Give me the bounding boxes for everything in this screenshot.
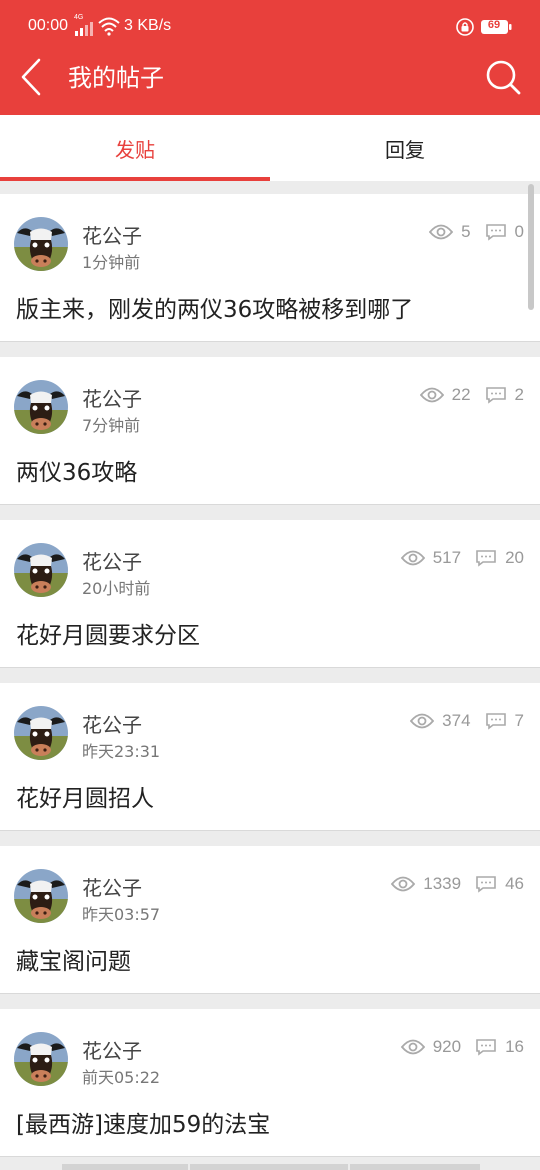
view-count-value: 1339 — [423, 874, 462, 893]
view-count-value: 517 — [432, 548, 462, 567]
reply-count-value: 16 — [505, 1037, 524, 1056]
search-button[interactable] — [484, 58, 522, 96]
post-title: 版主来，刚发的两仪36攻略被移到哪了 — [16, 297, 414, 323]
network-type-label: 4G — [74, 14, 84, 21]
post-author: 花公子 — [82, 876, 142, 900]
post-card[interactable]: 花公子 昨天03:57 1339 46 藏宝阁问题 — [0, 846, 540, 994]
post-author: 花公子 — [82, 713, 142, 737]
post-title: 花好月圆要求分区 — [16, 623, 200, 649]
view-count-value: 374 — [442, 711, 471, 730]
tab-posts[interactable]: 发贴 — [0, 115, 270, 181]
reply-count: 7 — [485, 711, 524, 731]
post-time: 20小时前 — [82, 579, 151, 598]
reply-count-value: 20 — [505, 548, 524, 567]
network-speed: 3 KB/s — [124, 17, 172, 34]
search-icon — [486, 60, 521, 95]
wifi-icon — [98, 17, 120, 36]
view-count-value: 5 — [461, 222, 471, 241]
post-card[interactable]: 花公子 1分钟前 5 0 版主来，刚发的两仪36攻略被移到哪了 — [0, 194, 540, 342]
status-time: 00:00 — [28, 17, 69, 34]
comment-icon — [476, 1039, 496, 1056]
avatar — [14, 1032, 68, 1086]
reply-count: 2 — [485, 385, 524, 405]
eye-icon — [410, 713, 435, 729]
avatar — [14, 706, 68, 760]
scrollbar[interactable] — [528, 184, 534, 310]
post-author: 花公子 — [82, 387, 142, 411]
next-card-edge — [0, 1164, 540, 1170]
signal-icon — [75, 22, 93, 36]
post-card[interactable]: 花公子 昨天23:31 374 7 花好月圆招人 — [0, 683, 540, 831]
post-stats: 1339 46 — [391, 872, 524, 896]
view-count: 1339 — [391, 874, 461, 894]
post-time: 前天05:22 — [82, 1068, 161, 1087]
post-time: 昨天23:31 — [82, 742, 161, 761]
comment-icon — [476, 550, 496, 567]
page-title: 我的帖子 — [68, 64, 164, 92]
reply-count-value: 7 — [514, 711, 524, 730]
battery-level: 69 — [487, 19, 501, 31]
post-stats: 920 16 — [400, 1035, 524, 1059]
reply-count-value: 0 — [514, 222, 524, 241]
reply-count: 16 — [475, 1037, 524, 1057]
post-title: 花好月圆招人 — [16, 786, 154, 812]
post-title: 两仪36攻略 — [16, 460, 138, 486]
eye-icon — [391, 876, 416, 892]
eye-icon — [400, 1039, 425, 1055]
post-title: [最西游]速度加59的法宝 — [16, 1112, 271, 1138]
active-tab-indicator — [0, 177, 270, 181]
avatar — [14, 217, 68, 271]
post-time: 7分钟前 — [82, 416, 141, 435]
post-title: 藏宝阁问题 — [16, 949, 131, 975]
comment-icon — [485, 224, 506, 241]
reply-count: 46 — [475, 874, 524, 894]
reply-count: 20 — [475, 548, 524, 568]
avatar — [14, 380, 68, 434]
avatar — [14, 543, 68, 597]
comment-icon — [476, 876, 496, 893]
back-chevron-icon — [21, 58, 41, 96]
post-author: 花公子 — [82, 550, 142, 574]
back-button[interactable] — [14, 56, 48, 98]
eye-icon — [419, 387, 444, 403]
comment-icon — [485, 713, 506, 730]
view-count-value: 920 — [432, 1037, 462, 1056]
view-count: 517 — [400, 548, 462, 568]
tab-replies[interactable]: 回复 — [270, 115, 540, 181]
view-count: 5 — [429, 222, 471, 242]
view-count: 374 — [410, 711, 471, 731]
post-stats: 517 20 — [400, 546, 524, 570]
comment-icon — [485, 387, 506, 404]
avatar — [14, 869, 68, 923]
view-count: 22 — [419, 385, 471, 405]
post-author: 花公子 — [82, 1039, 142, 1063]
app-header: 00:00 4G 3 KB/s 69 我的帖子 — [0, 0, 540, 115]
post-card[interactable]: 花公子 7分钟前 22 2 两仪36攻略 — [0, 357, 540, 505]
post-stats: 22 2 — [419, 383, 524, 407]
status-bar: 00:00 4G 3 KB/s 69 — [0, 0, 540, 52]
post-time: 昨天03:57 — [82, 905, 161, 924]
view-count-value: 22 — [451, 385, 471, 404]
post-author: 花公子 — [82, 224, 142, 248]
eye-icon — [400, 550, 425, 566]
tab-bar: 发贴 回复 — [0, 115, 540, 181]
reply-count-value: 2 — [514, 385, 524, 404]
post-card[interactable]: 花公子 20小时前 517 20 花好月圆要求分区 — [0, 520, 540, 668]
post-stats: 374 7 — [410, 709, 524, 733]
lock-icon — [456, 18, 474, 36]
post-time: 1分钟前 — [82, 253, 141, 272]
reply-count-value: 46 — [505, 874, 524, 893]
post-stats: 5 0 — [429, 220, 524, 244]
post-card[interactable]: 花公子 前天05:22 920 16 [最西游]速度加59的法宝 — [0, 1009, 540, 1157]
reply-count: 0 — [485, 222, 524, 242]
eye-icon — [429, 224, 454, 240]
view-count: 920 — [400, 1037, 462, 1057]
